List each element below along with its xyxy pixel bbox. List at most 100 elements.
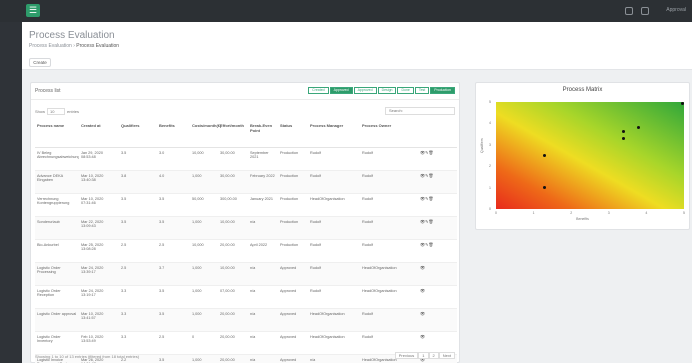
table-row[interactable]: Logistic Order Inventory Feb 10, 2020 13:… (35, 331, 457, 355)
table-cell: February 2022 (248, 170, 278, 194)
filter-chip[interactable]: Production (430, 87, 455, 94)
table-cell: Mar 24, 2020 13:39:17 (79, 262, 119, 286)
table-cell: September 2021 (248, 147, 278, 171)
pagination-button[interactable]: Previous (394, 352, 419, 359)
table-cell: Advance DEKA Eingaben (35, 170, 79, 194)
table-cell: Approved (278, 285, 308, 309)
table-cell: 1,000 (190, 285, 218, 309)
filter-chip[interactable]: Test (414, 87, 430, 94)
table-cell: 3.0 (157, 147, 190, 171)
table-cell: 50,000 (190, 193, 218, 217)
matrix-plot-area (496, 102, 684, 209)
process-list-title: Process list (35, 88, 61, 94)
table-row[interactable]: Logistic Order Reception Mar 24, 2020 13:… (35, 285, 457, 309)
matrix-point[interactable] (637, 126, 641, 130)
table-cell: n/a (248, 331, 278, 355)
search-input[interactable]: Search: (385, 107, 455, 115)
row-actions[interactable]: 👁✎🗑 (418, 193, 457, 217)
table-row[interactable]: IV Beleg AbrechnungsabweichungenJan 29, … (35, 147, 457, 171)
matrix-point[interactable] (543, 186, 547, 190)
user-name[interactable]: Approval (666, 7, 686, 13)
table-row[interactable]: Advance DEKA Eingaben Mar 10, 2020 13:40:… (35, 170, 457, 194)
x-tick-label: 2 (570, 211, 573, 215)
table-cell: Rudolf (360, 170, 418, 194)
column-header[interactable]: Process Manager (308, 121, 360, 148)
column-header[interactable] (418, 121, 457, 148)
table-cell: Logistic Order approval (35, 308, 79, 332)
row-actions[interactable]: 👁 (418, 308, 457, 332)
table-cell: n/a (248, 354, 278, 363)
filter-chip[interactable]: Created (308, 87, 329, 94)
table-cell: n/a (248, 285, 278, 309)
create-button[interactable]: Create (29, 58, 51, 67)
row-actions[interactable]: 👁 (418, 262, 457, 286)
table-cell: Rudolf (360, 239, 418, 263)
column-header[interactable]: Process Owner (360, 121, 418, 148)
y-tick-label: 1 (489, 185, 491, 190)
matrix-point[interactable] (681, 102, 684, 105)
table-cell: Production (278, 239, 308, 263)
page-header: Process Evaluation Process Evaluation › … (22, 22, 692, 70)
column-header[interactable]: Break-Even Point (248, 121, 278, 148)
pagination-button[interactable]: Next (438, 352, 455, 359)
table-cell: 07,00.00 (218, 285, 248, 309)
table-cell: Rudolf (360, 216, 418, 240)
row-actions[interactable]: 👁✎🗑 (418, 170, 457, 194)
table-row[interactable]: Logistic Order Processing Mar 24, 2020 13… (35, 262, 457, 286)
table-row[interactable]: Sonderurlaub Mar 22, 2020 13:09:43 3.5 3.5 1… (35, 216, 457, 240)
pagination-button[interactable]: 2 (428, 352, 439, 359)
table-row[interactable]: Bio-Ankurbel Mar 25, 2020 13:08:28 2.5 2.5 1… (35, 239, 457, 263)
matrix-title: Process Matrix (562, 87, 603, 93)
column-header[interactable]: Process name (35, 121, 79, 148)
table-cell: Production (278, 216, 308, 240)
table-cell: Mar 24, 2020 13:19:17 (79, 285, 119, 309)
row-actions[interactable]: 👁✎🗑 (418, 147, 457, 171)
row-actions[interactable]: 👁✎🗑 (418, 239, 457, 263)
filter-chip[interactable]: Done (397, 87, 414, 94)
column-header[interactable]: Benefits (157, 121, 190, 148)
hamburger-menu-icon[interactable]: ☰ (26, 4, 40, 17)
row-actions[interactable]: 👁 (418, 331, 457, 355)
table-cell: 1,000 (190, 262, 218, 286)
table-cell: HeadOfOrganisation (308, 331, 360, 355)
table-cell: 4.0 (157, 170, 190, 194)
row-actions[interactable]: 👁 (418, 285, 457, 309)
column-header[interactable]: Costs/month(€) (190, 121, 221, 148)
settings-icon[interactable] (641, 7, 649, 15)
top-bar: ☰ Approval (0, 0, 692, 22)
filter-chip[interactable]: Design (377, 87, 397, 94)
column-header[interactable]: Status (278, 121, 308, 148)
table-cell: Logistic Order Processing (35, 262, 79, 286)
matrix-point[interactable] (543, 154, 547, 157)
table-cell: Rudolf (360, 147, 418, 171)
column-header[interactable]: Effort/month (218, 121, 248, 148)
table-row[interactable]: Verrechnung Kontengruppierung Mar 10, 202… (35, 193, 457, 217)
table-cell: Mar 10, 2020 13:40:38 (79, 170, 119, 194)
table-body: IV Beleg AbrechnungsabweichungenJan 29, … (35, 147, 457, 363)
x-tick-label: 0 (495, 211, 497, 215)
filter-chip[interactable]: Approved (353, 87, 377, 94)
table-row[interactable]: Logistic Order approval Mar 10, 2020 13:4… (35, 308, 457, 332)
table-cell: 3.5 (119, 147, 157, 171)
matrix-point[interactable] (622, 130, 626, 134)
table-cell: Rudolf (308, 170, 360, 194)
matrix-point[interactable] (622, 136, 626, 140)
table-cell: Mar 22, 2020 13:09:43 (79, 216, 119, 240)
table-cell: 20,00.00 (218, 354, 248, 363)
column-header[interactable]: Qualifiers (119, 121, 157, 148)
table-cell: Mar 25, 2020 13:08:28 (79, 239, 119, 263)
table-cell: n/a (308, 354, 360, 363)
row-actions[interactable]: 👁✎🗑 (418, 216, 457, 240)
pagination-button[interactable]: 1 (418, 352, 429, 359)
table-cell: 3.5 (157, 354, 190, 363)
y-tick-label: 4 (489, 121, 491, 126)
table-cell: 1,000 (190, 354, 218, 363)
table-cell: 30,00.00 (218, 170, 248, 194)
status-filters: Created Approved Approved Design Done Test Pro… (308, 87, 455, 94)
filter-chip[interactable]: Approved (329, 87, 353, 94)
breadcrumb-home[interactable]: Process Evaluation (29, 43, 72, 49)
column-header[interactable]: Created at (79, 121, 119, 148)
notification-icon[interactable] (625, 7, 633, 15)
table-cell: 0 (190, 331, 218, 355)
page-length-select[interactable]: 10 (47, 108, 66, 115)
